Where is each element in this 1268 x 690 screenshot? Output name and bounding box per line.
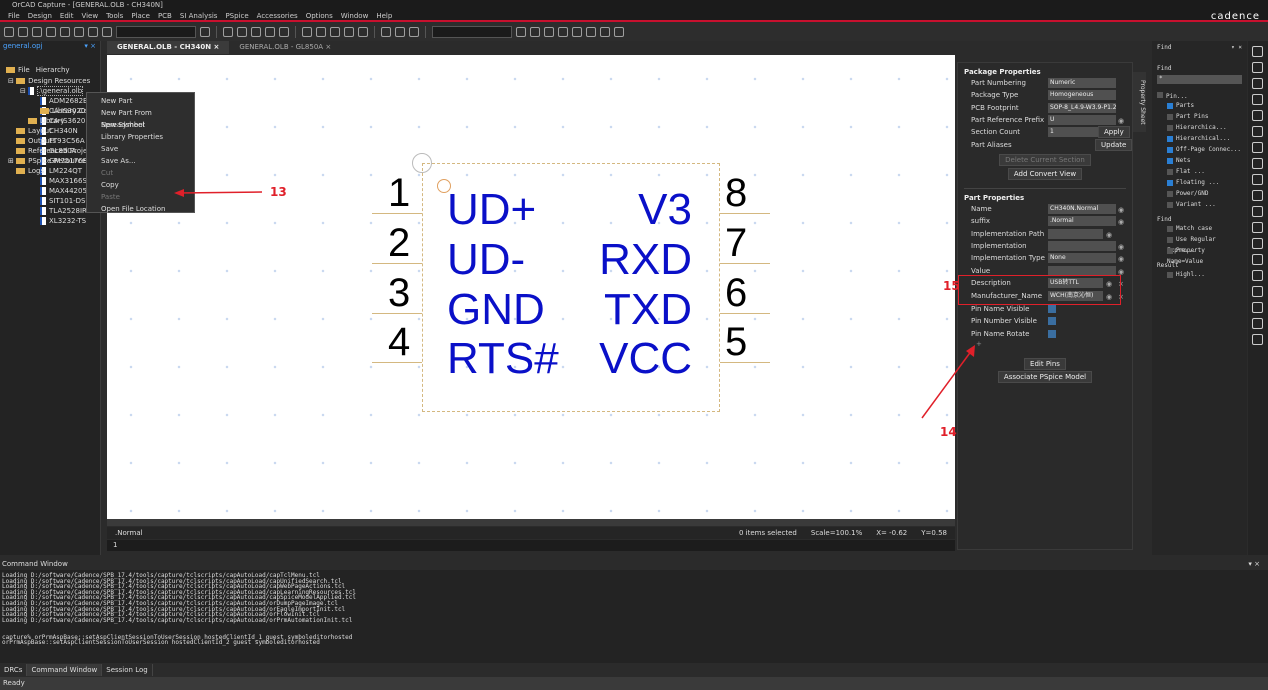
annotation-14: 14 (940, 425, 957, 439)
arrow-14 (921, 349, 973, 419)
arrow-13 (177, 191, 263, 194)
arrow-13-head (174, 189, 184, 197)
annotation-15: 15 (943, 279, 960, 293)
annotation-13: 13 (270, 185, 287, 199)
annotation-arrows (174, 189, 975, 419)
